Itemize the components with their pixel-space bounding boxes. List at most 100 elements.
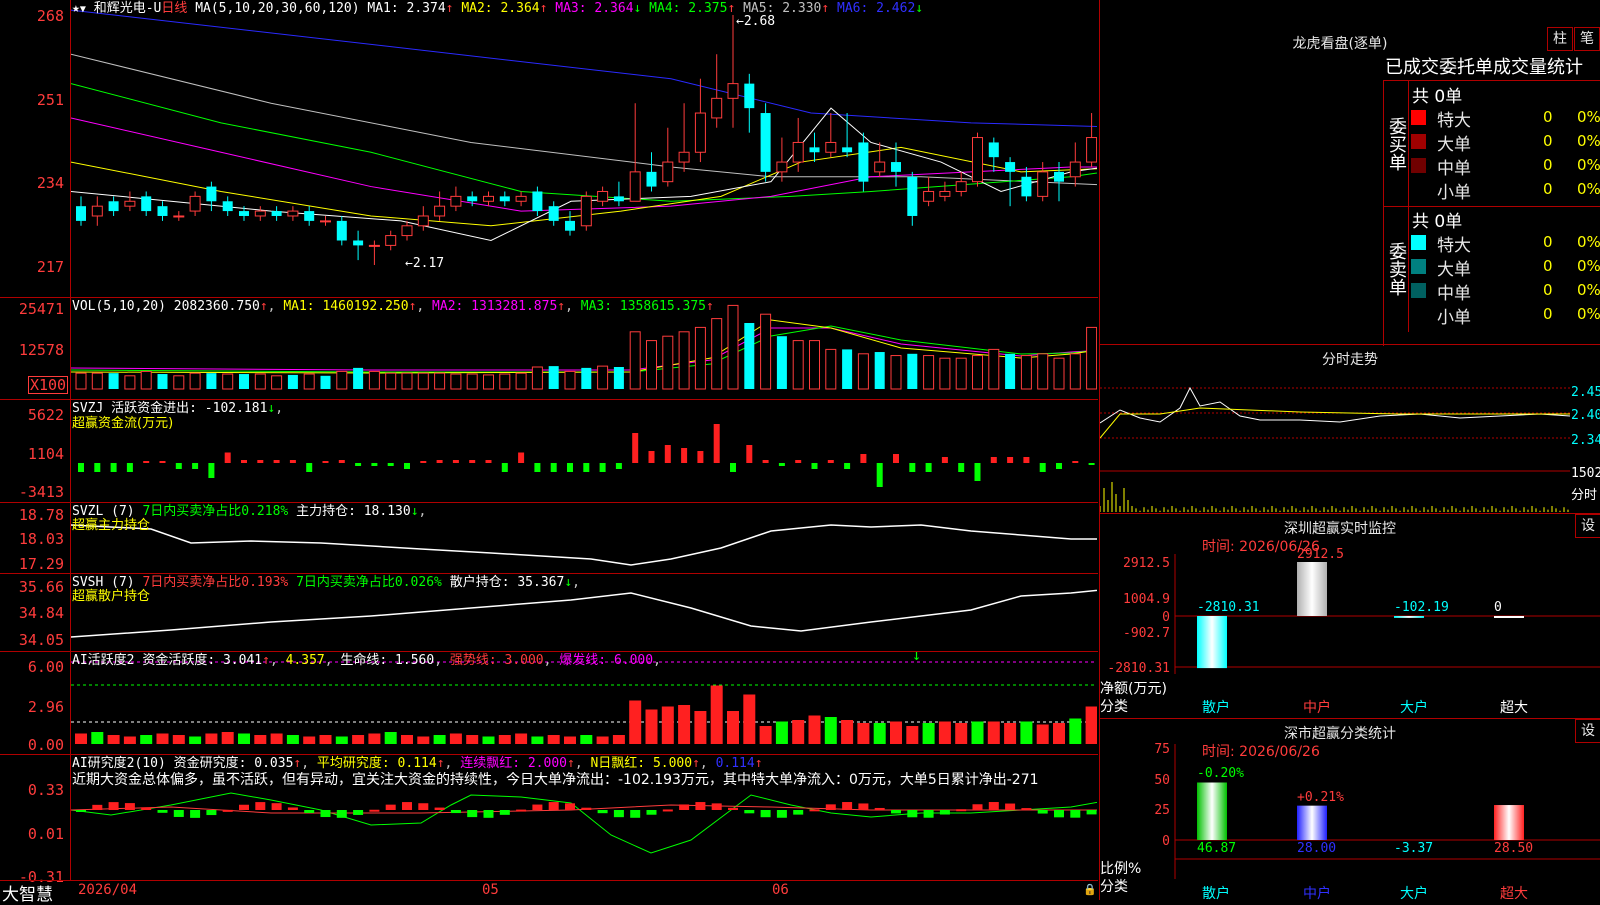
volume-bar: [955, 357, 967, 390]
volume-bar: [890, 355, 902, 390]
research-bar: [776, 810, 787, 818]
high-marker: ←2.68: [736, 14, 776, 29]
activity-bar: [107, 735, 120, 744]
candle-body: [157, 206, 168, 216]
period-label[interactable]: 日线: [161, 1, 187, 16]
order-row: 大单 0 0%: [1409, 129, 1600, 155]
fund-flow-bar: [192, 463, 199, 469]
lock-icon[interactable]: 🔒: [1083, 883, 1097, 896]
fund-flow-bar: [78, 463, 84, 472]
activity-bar: [417, 736, 430, 744]
fund-flow-bar: [1007, 457, 1014, 463]
vol-up-arrow: ↑: [259, 299, 268, 314]
candle-body: [955, 181, 967, 192]
activity-bar: [368, 733, 381, 744]
activity-bar: [1004, 723, 1017, 744]
stat-y-label: 25: [1154, 803, 1170, 818]
research-bar: [548, 802, 559, 810]
activity-bar: [922, 723, 935, 744]
ai-research-panel[interactable]: 0.33 0.01 -0.31 AI研究度2(10) 资金研究度: 0.035↑…: [0, 755, 1098, 885]
svzj-panel[interactable]: 5622 1104 -3413 SVZJ 活跃资金进出: -102.181↓, …: [0, 400, 1098, 503]
svzj-name: SVZJ: [72, 401, 104, 416]
volume-bar: [108, 373, 119, 389]
volume-bar: [629, 331, 641, 390]
volume-bar: [857, 353, 869, 390]
monitor-category: 分类: [1100, 699, 1128, 715]
activity-bar: [189, 736, 202, 744]
fund-flow-bar: [159, 461, 166, 463]
activity-bar: [1036, 724, 1049, 744]
fund-flow-bar: [583, 463, 590, 472]
svsh-axis: 35.66 34.84 34.05: [0, 574, 71, 651]
volume-axis: 25471 12578 X100: [0, 298, 71, 399]
candlestick-chart[interactable]: [71, 0, 1097, 297]
candle-body: [141, 196, 152, 212]
activity-bar: [645, 709, 658, 744]
ma6-value: MA6: 2.462: [829, 1, 916, 16]
activity-bar: [401, 735, 413, 744]
research-bar: [728, 807, 738, 810]
candle-body: [939, 190, 951, 197]
fund-flow-bar: [550, 463, 557, 472]
volume-bar: [1053, 357, 1065, 390]
research-bar: [695, 802, 706, 810]
fund-flow-bar: [615, 463, 622, 469]
fund-flow-bar: [452, 460, 459, 463]
dropdown-icon[interactable]: ▼: [80, 4, 86, 15]
svsh-panel[interactable]: 35.66 34.84 34.05 SVSH (7) 7日内买卖净占比0.193…: [0, 574, 1098, 652]
order-stats-panel: 龙虎看盘(逐单) 柱 笔 已成交委托单成交量统计 委买单 委卖单 共 0单 特大…: [1099, 0, 1600, 346]
stat-cat-super: 超大: [1500, 886, 1528, 902]
activity-bar: [531, 736, 544, 744]
activity-bar: [775, 721, 788, 744]
fund-flow-bar: [404, 463, 410, 469]
candle-body: [548, 206, 559, 221]
net-amount-bar-chart[interactable]: 2912.51004.90-902.7-2810.31-2810.312912.…: [1100, 514, 1600, 718]
activity-bar: [743, 694, 756, 744]
order-count: 0: [1543, 233, 1553, 251]
svsh-label-mid: 34.84: [18, 604, 64, 622]
fund-flow-bar: [811, 463, 818, 469]
activity-bar: [270, 733, 283, 744]
volume-bar: [401, 372, 413, 390]
net-amount-value: 2912.5: [1297, 547, 1344, 562]
order-row: 小单 0 0%: [1409, 177, 1600, 203]
intraday-panel[interactable]: 分时走势 2.455 2.400 2.345 15025 分时: [1099, 345, 1600, 514]
order-color-swatch: [1411, 235, 1426, 250]
candle-body: [727, 83, 739, 99]
volume-panel[interactable]: 25471 12578 X100 VOL(5,10,20) 2082360.75…: [0, 298, 1098, 400]
fund-flow-bar: [485, 460, 492, 463]
kline-panel[interactable]: 268 251 234 217 ★▼ 和辉光电-U日线 MA(5,10,20,3…: [0, 0, 1098, 298]
activity-bar: [727, 711, 739, 744]
research-bar: [255, 802, 266, 810]
star-icon[interactable]: ★: [72, 1, 80, 16]
volume-bar: [760, 313, 772, 390]
svzl-label-mid: 18.03: [18, 530, 64, 548]
bar-mode-button[interactable]: 柱: [1547, 27, 1573, 51]
activity-bar: [808, 715, 821, 744]
ratio-bar-chart[interactable]: 75 50 25 0 46.87 28.00 -3.37 28.50 -0.20% +0.21%: [1100, 719, 1600, 900]
order-count: 0: [1543, 281, 1553, 299]
ai1-label-mid: 2.96: [27, 698, 64, 716]
activity-bar: [172, 735, 185, 744]
volume-bar: [1037, 353, 1049, 390]
brand-logo[interactable]: 大智慧: [2, 880, 53, 905]
ma6-arrow: ↓: [915, 1, 924, 16]
research-bar: [287, 807, 298, 810]
volume-bar: [744, 323, 755, 389]
candle-body: [1005, 162, 1016, 172]
candle-body: [304, 211, 315, 221]
intraday-chart[interactable]: [1100, 368, 1570, 513]
volume-bar: [597, 365, 609, 390]
svzl-panel[interactable]: 18.78 18.03 17.29 SVZL (7) 7日内买卖净占比0.218…: [0, 503, 1098, 574]
candle-body: [320, 220, 331, 223]
ai-activity-panel[interactable]: 6.00 2.96 0.00 AI活跃度2 资金活跃度: 3.041↑, 4.3…: [0, 646, 1098, 755]
tick-mode-button[interactable]: 笔: [1574, 27, 1600, 51]
candle-body: [108, 201, 119, 212]
activity-bar: [906, 726, 919, 744]
research-bar: [157, 810, 168, 813]
research-bar: [418, 803, 429, 810]
research-bar: [809, 809, 820, 812]
fund-flow-bar: [795, 460, 802, 463]
vol-ma3-arrow: ↑: [706, 299, 714, 314]
volume-bar: [254, 373, 266, 390]
